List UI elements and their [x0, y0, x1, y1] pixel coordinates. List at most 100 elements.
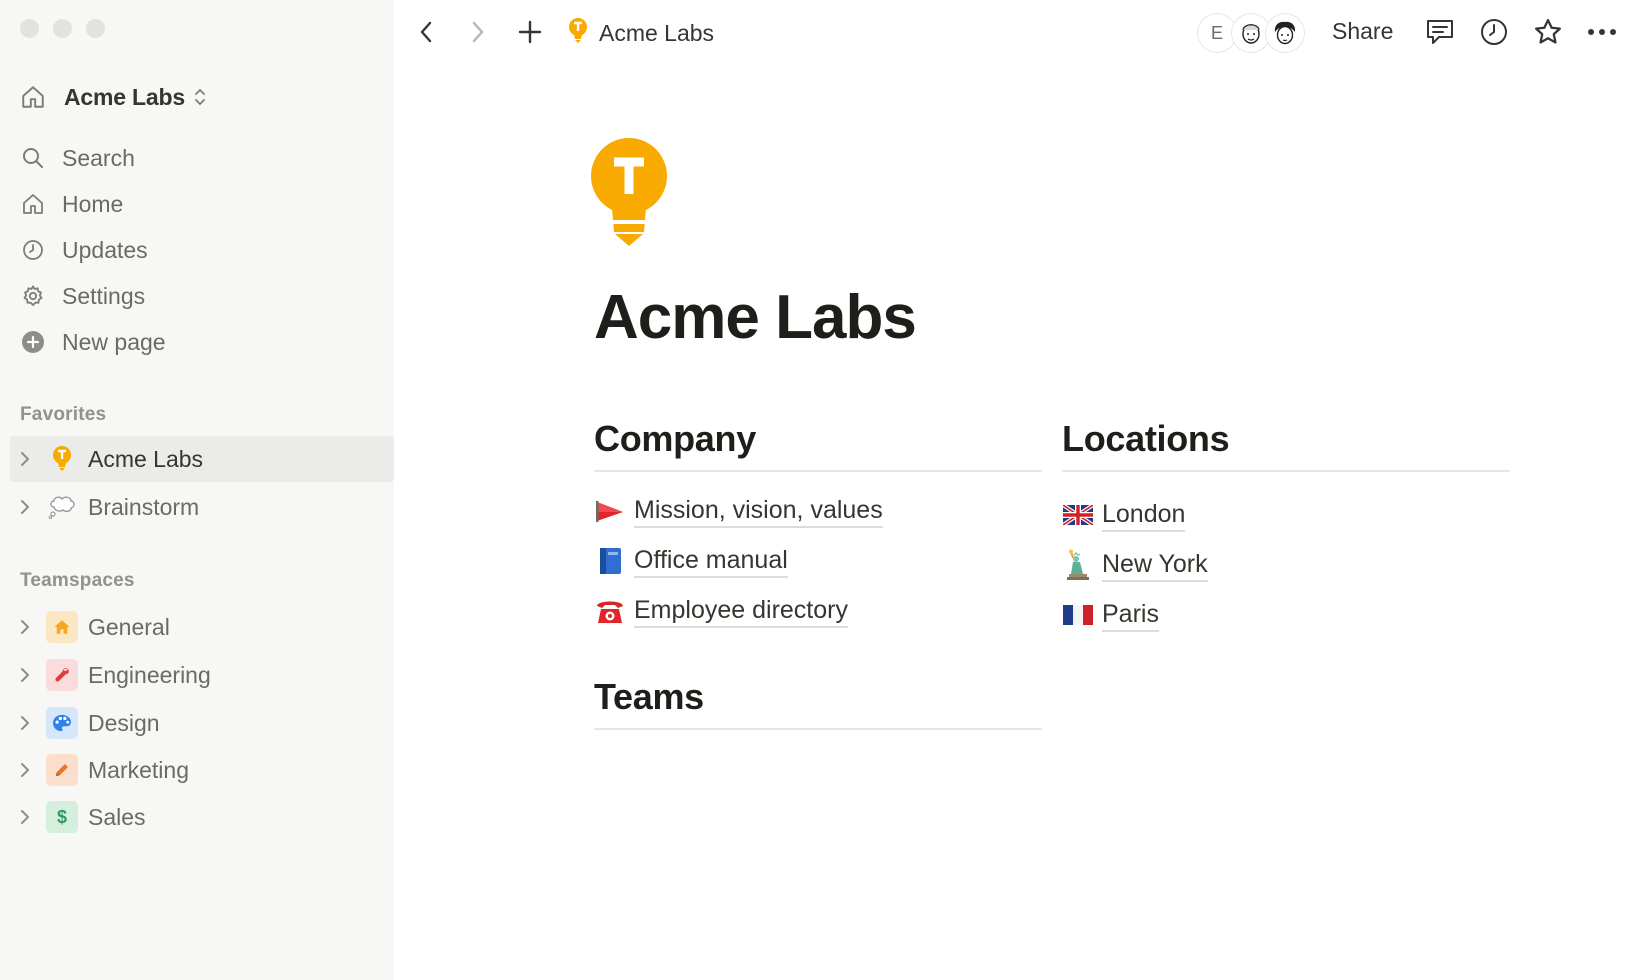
page-title: Acme Labs	[594, 283, 917, 352]
telephone-icon	[594, 595, 626, 627]
page-link-label[interactable]: Paris	[1102, 599, 1159, 632]
zoom-window-button[interactable]	[86, 19, 105, 38]
divider	[1062, 470, 1510, 472]
page-link-london[interactable]: London	[1062, 490, 1510, 540]
chevron-right-icon[interactable]	[10, 802, 40, 832]
sidebar-item-brainstorm[interactable]: Brainstorm	[10, 484, 394, 530]
sidebar-item-label: Sales	[88, 803, 146, 830]
plus-circle-icon	[18, 327, 48, 357]
topbar: Acme Labs E Share	[394, 0, 1630, 66]
page-link-paris[interactable]: Paris	[1062, 590, 1510, 640]
wrench-icon	[46, 659, 78, 691]
sidebar-item-label: Settings	[62, 282, 146, 309]
page-link-label[interactable]: Employee directory	[634, 595, 848, 628]
sidebar-item-marketing[interactable]: Marketing	[10, 747, 394, 793]
history-button[interactable]	[1476, 14, 1512, 50]
breadcrumb[interactable]: Acme Labs	[569, 17, 714, 49]
sidebar-item-label: Brainstorm	[88, 493, 200, 520]
comments-button[interactable]	[1422, 14, 1458, 50]
pencil-icon	[46, 754, 78, 786]
forward-button[interactable]	[460, 14, 496, 50]
chevron-right-icon[interactable]	[10, 492, 40, 522]
avatar[interactable]	[1266, 14, 1304, 52]
statue-of-liberty-icon	[1062, 549, 1094, 581]
sidebar-item-engineering[interactable]: Engineering	[10, 652, 394, 698]
page-link-employee-directory[interactable]: Employee directory	[594, 586, 1042, 636]
chevron-right-icon[interactable]	[10, 612, 40, 642]
sidebar-item-label: General	[88, 613, 170, 640]
breadcrumb-page-title: Acme Labs	[599, 19, 715, 46]
chevron-right-icon[interactable]	[10, 444, 40, 474]
chevron-up-down-icon	[193, 87, 207, 107]
page-icon[interactable]	[590, 138, 670, 250]
locations-heading: Locations	[1062, 418, 1230, 459]
page-link-label[interactable]: Office manual	[634, 545, 788, 578]
page-link-label[interactable]: Mission, vision, values	[634, 495, 883, 528]
sidebar-item-settings[interactable]: Settings	[18, 273, 378, 319]
sidebar-item-label: Design	[88, 709, 160, 736]
sidebar-item-label: Marketing	[88, 756, 189, 783]
sidebar-item-label: Updates	[62, 236, 148, 263]
teams-heading: Teams	[594, 676, 704, 717]
chevron-right-icon[interactable]	[10, 708, 40, 738]
sidebar-item-new-page[interactable]: New page	[18, 319, 378, 365]
window-controls	[20, 19, 105, 38]
divider	[594, 470, 1042, 472]
back-button[interactable]	[408, 14, 444, 50]
sidebar-item-label: New page	[62, 328, 166, 355]
sidebar-item-search[interactable]: Search	[18, 135, 378, 181]
lightbulb-t-icon	[591, 138, 667, 246]
favorites-section-label: Favorites	[20, 404, 107, 425]
minimize-window-button[interactable]	[53, 19, 72, 38]
home-icon	[18, 82, 48, 112]
page-link-label[interactable]: London	[1102, 499, 1186, 532]
france-flag-icon	[1062, 599, 1094, 631]
sidebar: Acme Labs Search Home Updates Settings N…	[0, 0, 394, 980]
close-window-button[interactable]	[20, 19, 39, 38]
sidebar-item-label: Engineering	[88, 661, 211, 688]
chevron-right-icon[interactable]	[10, 660, 40, 690]
share-button[interactable]: Share	[1332, 18, 1393, 45]
page-link-mission[interactable]: Mission, vision, values	[594, 486, 1042, 536]
sidebar-item-updates[interactable]: Updates	[18, 227, 378, 273]
page-link-new-york[interactable]: New York	[1062, 540, 1510, 590]
sidebar-item-home[interactable]: Home	[18, 181, 378, 227]
divider	[594, 728, 1042, 730]
chevron-right-icon[interactable]	[10, 755, 40, 785]
page-link-label[interactable]: New York	[1102, 549, 1208, 582]
new-tab-button[interactable]	[512, 14, 548, 50]
page-link-office-manual[interactable]: Office manual	[594, 536, 1042, 586]
sidebar-item-label: Acme Labs	[88, 445, 204, 472]
favorite-star-button[interactable]	[1530, 14, 1566, 50]
lightbulb-icon	[569, 17, 587, 49]
blue-book-icon	[594, 545, 626, 577]
thought-bubble-icon	[46, 491, 78, 523]
collaborator-avatars[interactable]: E	[1198, 14, 1304, 52]
workspace-switcher[interactable]: Acme Labs	[18, 78, 207, 116]
clock-icon	[18, 235, 48, 265]
company-section: Company Mission, vision, values Office m…	[594, 418, 1042, 636]
lightbulb-icon	[46, 443, 78, 475]
more-options-button[interactable]	[1584, 14, 1620, 50]
house-icon	[46, 611, 78, 643]
locations-section: Locations London New York Paris	[1062, 418, 1510, 640]
gear-icon	[18, 281, 48, 311]
sidebar-item-general[interactable]: General	[10, 604, 394, 650]
home-icon	[18, 189, 48, 219]
palette-icon	[46, 707, 78, 739]
avatar[interactable]	[1232, 14, 1270, 52]
sidebar-item-design[interactable]: Design	[10, 700, 394, 746]
sidebar-item-acme-labs[interactable]: Acme Labs	[10, 436, 394, 482]
uk-flag-icon	[1062, 499, 1094, 531]
sidebar-item-label: Search	[62, 144, 135, 171]
workspace-name: Acme Labs	[64, 83, 185, 110]
teams-section: Teams	[594, 676, 1042, 730]
red-flag-icon	[594, 495, 626, 527]
sidebar-item-sales[interactable]: $ Sales	[10, 794, 394, 840]
dollar-icon: $	[46, 801, 78, 833]
search-icon	[18, 143, 48, 173]
teamspaces-section-label: Teamspaces	[20, 570, 135, 591]
avatar[interactable]: E	[1198, 14, 1236, 52]
sidebar-item-label: Home	[62, 190, 124, 217]
company-heading: Company	[594, 418, 756, 459]
